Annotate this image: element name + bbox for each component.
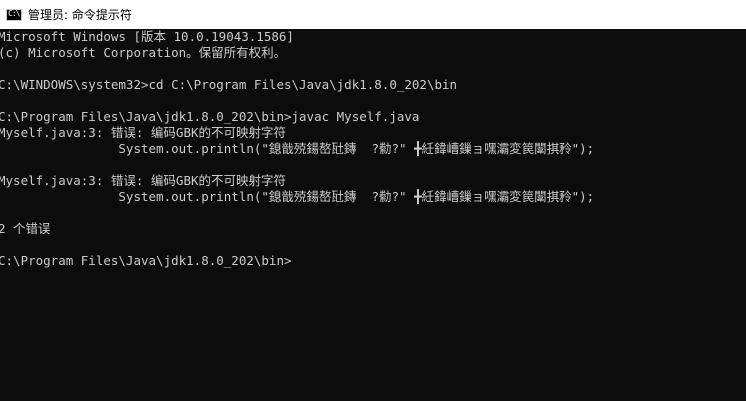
command-prompt-window: C:\ 管理员: 命令提示符 Microsoft Windows [版本 10.… bbox=[0, 0, 746, 401]
console-line-copyright: (c) Microsoft Corporation。保留所有权利。 bbox=[0, 45, 287, 60]
console-line-error: Myself.java:3: 错误: 编码GBK的不可映射字符 bbox=[0, 125, 287, 140]
window-title: 管理员: 命令提示符 bbox=[28, 8, 132, 22]
console-output[interactable]: Microsoft Windows [版本 10.0.19043.1586] (… bbox=[0, 29, 746, 401]
console-line-prompt[interactable]: C:\Program Files\Java\jdk1.8.0_202\bin> bbox=[0, 253, 292, 269]
cmd-icon-glyph: C:\ bbox=[8, 8, 20, 18]
cmd-icon[interactable]: C:\ bbox=[6, 8, 22, 21]
console-line-javac-command: C:\Program Files\Java\jdk1.8.0_202\bin>j… bbox=[0, 109, 420, 124]
console-line-error-count: 2 个错误 bbox=[0, 221, 51, 236]
console-line-error-source: System.out.println("鎴戠殑鍚嶅瓧鏄 ?勬?" ╋紝鍏嶆鏁ョ嘿… bbox=[0, 141, 595, 156]
console-line-error: Myself.java:3: 错误: 编码GBK的不可映射字符 bbox=[0, 173, 287, 188]
title-bar[interactable]: C:\ 管理员: 命令提示符 bbox=[0, 0, 746, 29]
console-line-cd-command: C:\WINDOWS\system32>cd C:\Program Files\… bbox=[0, 77, 458, 92]
console-line-version: Microsoft Windows [版本 10.0.19043.1586] bbox=[0, 29, 294, 44]
console-line-error-source: System.out.println("鎴戠殑鍚嶅瓧鏄 ?勬?" ╋紝鍏嶆鏁ョ嘿… bbox=[0, 189, 595, 204]
